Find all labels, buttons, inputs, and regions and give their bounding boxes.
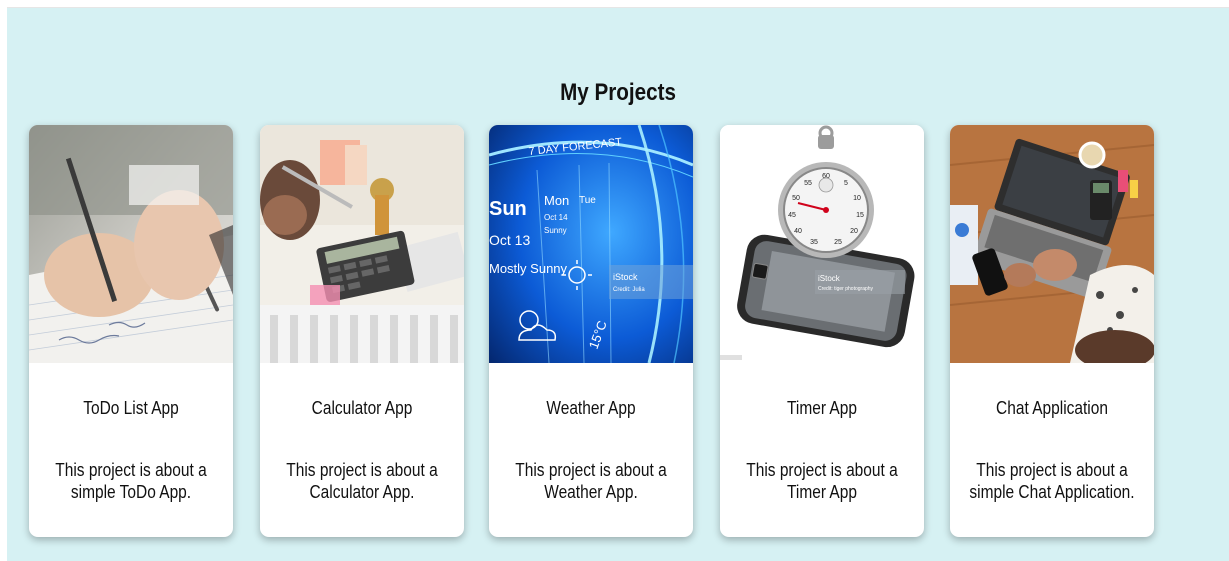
weather-day-text: Sun [489, 198, 527, 220]
project-description: This project is about a Timer App [746, 460, 898, 502]
project-cards: ToDo List App This project is about a si… [7, 8, 1229, 561]
project-title: Chat Application [996, 398, 1108, 418]
project-description: This project is about a simple ToDo App. [55, 460, 207, 502]
weather-date-text: Oct 14 [544, 213, 568, 222]
project-card-weather[interactable]: 7 DAY FORECAST Sun Oct 13 Mostly Sunny M… [489, 125, 693, 537]
svg-text:20: 20 [850, 228, 858, 235]
photo-credit: Credit: Julia [613, 287, 645, 293]
project-description: This project is about a Weather App. [515, 460, 667, 502]
svg-text:45: 45 [788, 212, 796, 219]
weather-forecast-image: 7 DAY FORECAST Sun Oct 13 Mostly Sunny M… [489, 125, 693, 363]
svg-text:55: 55 [804, 180, 812, 187]
project-card-timer[interactable]: iStock Credit: tiger photography 60 5 10… [720, 125, 924, 537]
project-title: ToDo List App [83, 398, 179, 418]
svg-text:5: 5 [844, 180, 848, 187]
writing-notebook-image [29, 125, 233, 363]
istock-watermark: iStock [613, 272, 638, 282]
weather-condition-text: Mostly Sunny [489, 261, 568, 276]
laptop-desk-image [950, 125, 1154, 363]
istock-watermark: iStock [818, 274, 841, 283]
projects-section: My Projects ToDo List App This project i… [7, 7, 1229, 561]
weather-condition-text: Sunny [544, 226, 567, 235]
project-description: This project is about a Calculator App. [286, 460, 438, 502]
svg-text:40: 40 [794, 228, 802, 235]
project-title: Timer App [787, 398, 857, 418]
stopwatch-phone-image: iStock Credit: tiger photography 60 5 10… [720, 125, 924, 363]
weather-day-text: Tue [579, 195, 596, 206]
project-title: Calculator App [311, 398, 413, 418]
svg-text:15: 15 [856, 212, 864, 219]
calculator-image [260, 125, 464, 363]
project-title: Weather App [546, 398, 636, 418]
svg-text:35: 35 [810, 239, 818, 246]
weather-day-text: Mon [544, 193, 569, 208]
svg-text:50: 50 [792, 195, 800, 202]
photo-credit: Credit: tiger photography [818, 286, 874, 292]
project-description: This project is about a simple Chat Appl… [969, 460, 1135, 502]
project-card-chat[interactable]: Chat Application This project is about a… [950, 125, 1154, 537]
svg-text:25: 25 [834, 239, 842, 246]
project-card-calculator[interactable]: Calculator App This project is about a C… [260, 125, 464, 537]
weather-date-text: Oct 13 [489, 232, 530, 248]
svg-text:10: 10 [853, 195, 861, 202]
project-card-todo[interactable]: ToDo List App This project is about a si… [29, 125, 233, 537]
